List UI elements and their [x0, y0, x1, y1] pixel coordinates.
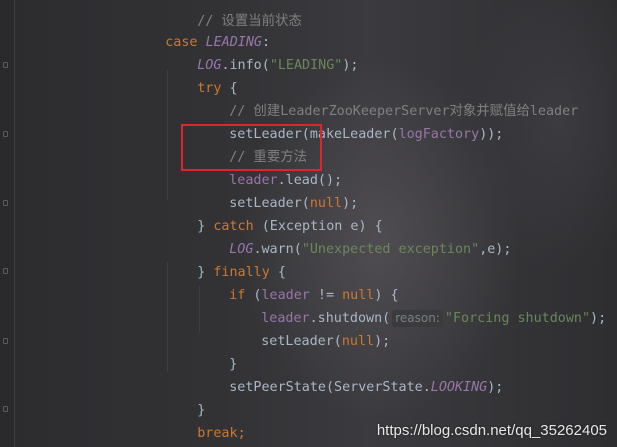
- punctuation: );: [374, 334, 391, 349]
- keyword-break: break: [197, 426, 238, 441]
- code-line: setLeader(makeLeader(logFactory));: [197, 100, 503, 142]
- code-line: case LEADING:: [133, 8, 270, 50]
- method-call: setPeerState(ServerState.: [229, 380, 431, 395]
- code-editor[interactable]: // 设置当前状态 case LEADING: LOG.info("LEADIN…: [0, 0, 617, 447]
- code-line: }: [133, 422, 173, 445]
- code-line: // 创建LeaderZooKeeperServer对象并赋值给leader: [197, 77, 578, 119]
- fold-marker-icon[interactable]: [3, 62, 8, 68]
- code-line: try {: [165, 54, 237, 96]
- code-line: if (leader != null) {: [197, 261, 398, 303]
- highlight-annotation-box: [181, 124, 322, 171]
- fold-marker-icon[interactable]: [3, 406, 8, 412]
- code-line: }: [197, 330, 237, 372]
- keyword-null: null: [341, 334, 375, 349]
- code-line: setLeader(null);: [229, 307, 390, 349]
- code-line: setPeerState(ServerState.LOOKING);: [197, 353, 503, 395]
- code-line: setLeader(null);: [197, 169, 358, 211]
- punctuation: );: [590, 311, 607, 326]
- code-line: }: [165, 376, 205, 418]
- enum-constant: LOOKING: [430, 380, 488, 395]
- punctuation: );: [487, 380, 504, 395]
- code-line: LOG.info("LEADING");: [165, 31, 358, 73]
- punctuation: ,e);: [479, 242, 512, 257]
- punctuation: ;: [237, 426, 246, 441]
- string-literal: "LEADING": [269, 58, 343, 73]
- editor-gutter: [0, 0, 15, 447]
- watermark-text: https://blog.csdn.net/qq_35262405: [376, 422, 607, 439]
- code-line: LOG.warn("Unexpected exception",e);: [197, 215, 511, 257]
- string-literal: "Forcing shutdown": [444, 311, 591, 326]
- method-call: setLeader(: [261, 334, 342, 349]
- fold-marker-icon[interactable]: [3, 338, 8, 344]
- punctuation: ));: [479, 127, 504, 142]
- code-line: } finally {: [165, 238, 286, 280]
- field-reference: logFactory: [398, 127, 480, 142]
- string-literal: "Unexpected exception": [301, 242, 480, 257]
- fold-marker-icon[interactable]: [3, 200, 8, 206]
- fold-marker-icon[interactable]: [3, 131, 8, 137]
- parameter-hint: reason:: [392, 310, 443, 327]
- code-line: leader.shutdown(reason: "Forcing shutdown…: [229, 284, 606, 327]
- punctuation: );: [342, 58, 359, 73]
- code-line: break;: [165, 399, 245, 441]
- fold-marker-icon[interactable]: [3, 268, 8, 274]
- code-line: } catch (Exception e) {: [165, 192, 382, 234]
